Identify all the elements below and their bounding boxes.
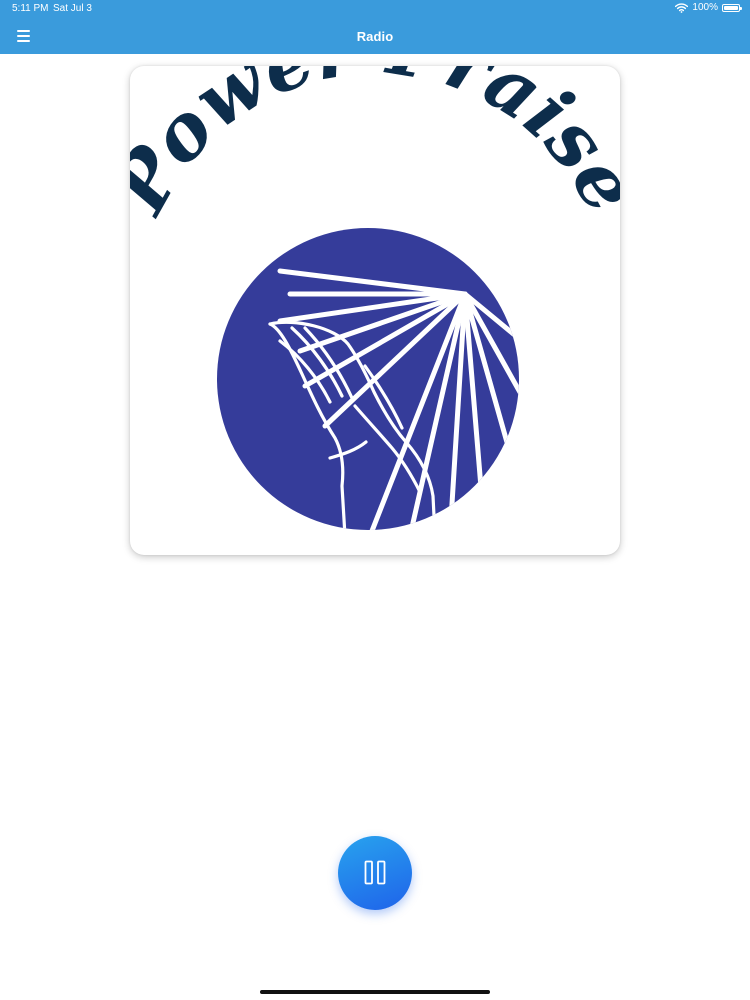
station-logo: Power Praise [130,66,620,530]
status-indicators: 100% [675,2,742,13]
battery-level [724,5,738,10]
page-title: Radio [356,29,394,44]
status-time: 5:11 PM [12,3,49,14]
praying-hands-emblem [217,228,519,530]
pause-icon [364,860,386,885]
logo-wordmark: Power Praise [130,66,620,228]
home-indicator [260,990,490,994]
battery-icon [722,3,742,12]
wifi-icon [675,2,689,13]
battery-percent: 100% [692,2,718,13]
station-artwork-card: Power Praise [130,66,620,555]
pause-button[interactable] [338,836,412,910]
status-date: Sat Jul 3 [53,3,92,14]
top-bar: 5:11 PM Sat Jul 3 100% Radio [0,0,750,54]
